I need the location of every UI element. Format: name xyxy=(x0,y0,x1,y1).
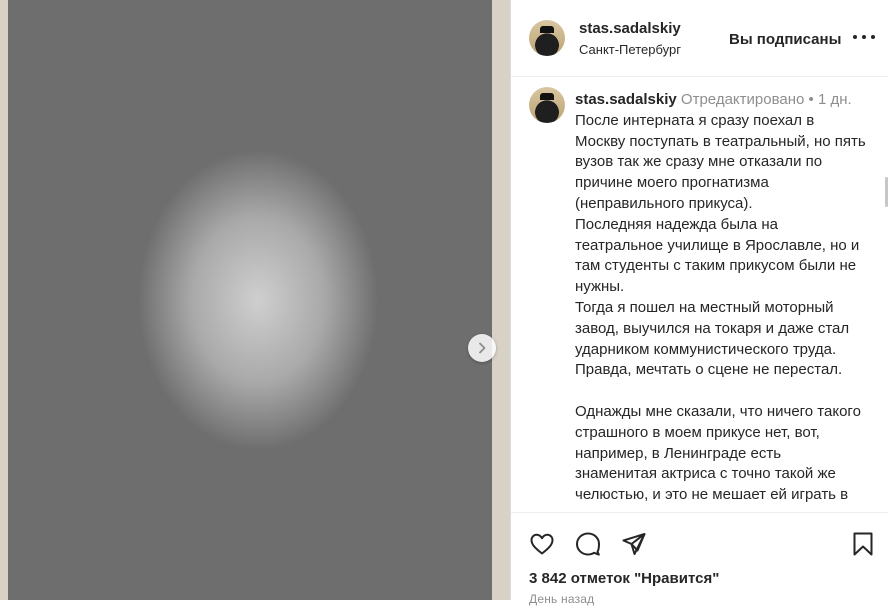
edited-label: Отредактировано xyxy=(680,91,805,108)
post-header: stas.sadalskiy Санкт-Петербург Вы подпис… xyxy=(511,0,888,77)
caption-text-block: stas.sadalskiy Отредактировано • 1 дн. П… xyxy=(575,90,867,506)
bookmark-icon[interactable] xyxy=(850,531,876,557)
caption-author-avatar[interactable] xyxy=(529,87,565,123)
meta-separator: • xyxy=(808,91,814,108)
post-actions: 3 842 отметок "Нравится" День назад xyxy=(511,512,888,606)
photo-image xyxy=(8,0,492,600)
post-caption: stas.sadalskiy Отредактировано • 1 дн. П… xyxy=(511,77,888,511)
comment-icon[interactable] xyxy=(575,531,601,557)
share-icon[interactable] xyxy=(621,531,647,557)
post-location[interactable]: Санкт-Петербург xyxy=(579,42,681,57)
author-avatar[interactable] xyxy=(529,20,565,56)
following-button[interactable]: Вы подписаны xyxy=(729,31,841,48)
likes-count[interactable]: 3 842 отметок "Нравится" xyxy=(529,570,719,587)
caption-age[interactable]: 1 дн. xyxy=(818,91,852,108)
photo-border-left xyxy=(0,0,8,600)
chevron-right-icon xyxy=(479,342,486,354)
photo-border-right xyxy=(492,0,510,600)
more-options-icon[interactable] xyxy=(853,27,875,47)
post-photo[interactable] xyxy=(0,0,510,600)
author-username[interactable]: stas.sadalskiy xyxy=(579,20,681,37)
post-side-panel: stas.sadalskiy Санкт-Петербург Вы подпис… xyxy=(510,0,888,606)
caption-author-username[interactable]: stas.sadalskiy xyxy=(575,91,677,108)
heart-icon[interactable] xyxy=(529,531,555,557)
post-timestamp[interactable]: День назад xyxy=(529,592,594,606)
caption-body: После интерната я сразу поехал в Москву … xyxy=(575,111,866,504)
next-photo-button[interactable] xyxy=(468,334,496,362)
